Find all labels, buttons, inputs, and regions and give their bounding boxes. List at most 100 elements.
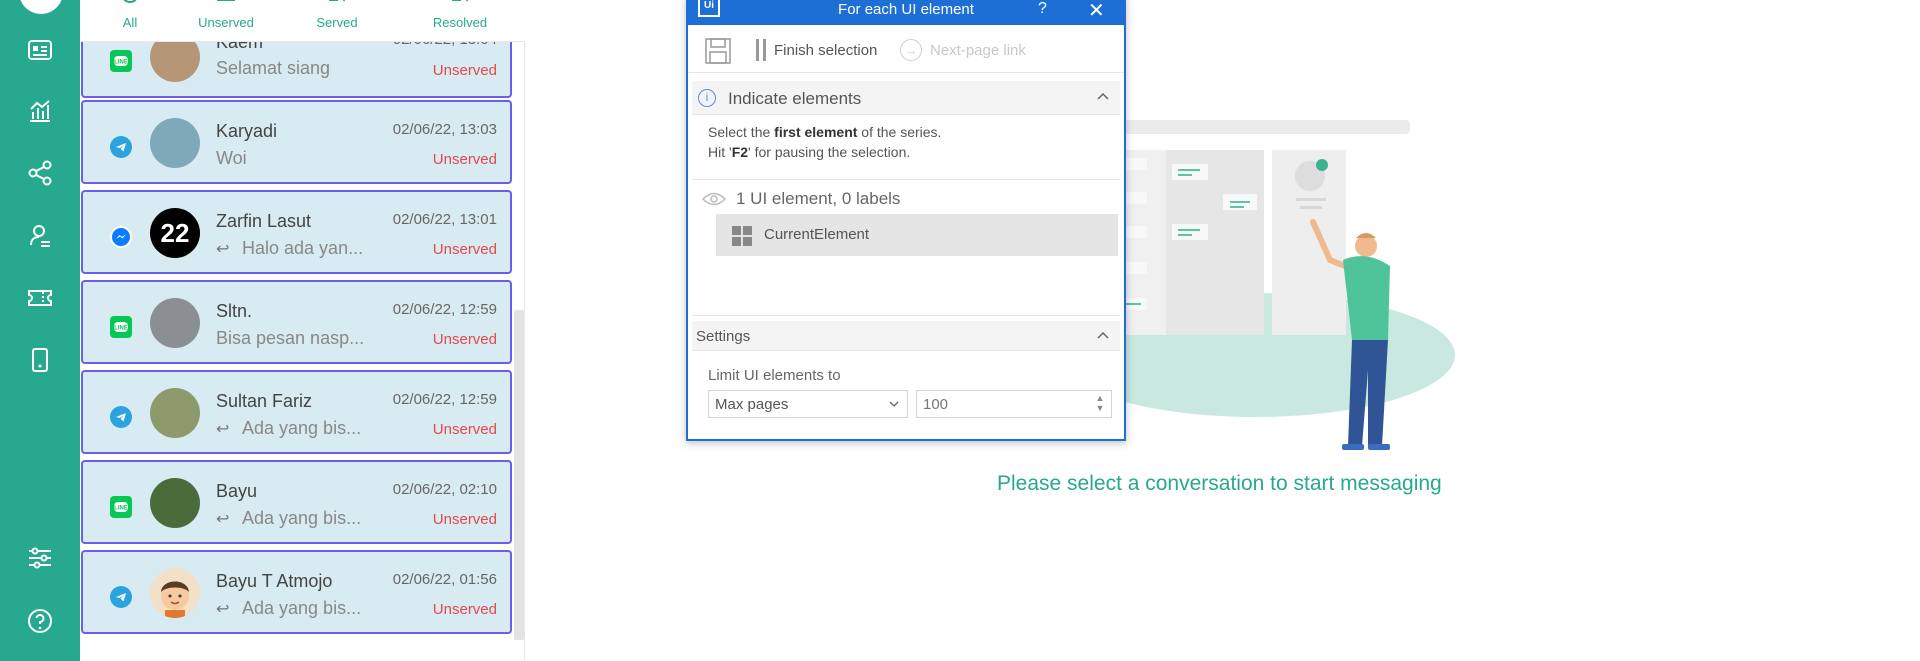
- list-item[interactable]: LINE Sltn. 02/06/22, 12:59 Bisa pesan na…: [81, 280, 512, 364]
- next-page-link-label: Next-page link: [930, 41, 1026, 59]
- message-time: 02/06/22, 13:03: [392, 121, 497, 138]
- section-divider: [692, 315, 1120, 316]
- svg-text:LINE: LINE: [114, 60, 128, 66]
- conversation-list-panel: All Unserved Served Resolved LINE Kaem 0…: [80, 0, 525, 661]
- settings-sliders-icon[interactable]: [24, 542, 56, 574]
- contact-name: Zarfin Lasut: [216, 211, 312, 231]
- instruction-line2-bold: F2: [731, 144, 749, 160]
- instruction-line2-pre: Hit ': [708, 144, 732, 160]
- dialog-title: For each UI element: [838, 1, 974, 18]
- tab-served-overlay[interactable]: Served: [287, 0, 387, 42]
- arrow-right-icon: →: [900, 39, 922, 61]
- save-icon[interactable]: [704, 37, 732, 65]
- message-preview: ↩ Halo ada yan...: [216, 238, 363, 259]
- tab-resolved-overlay[interactable]: Resolved: [410, 0, 510, 42]
- avatar: [150, 388, 200, 438]
- contact-card-icon[interactable]: [24, 34, 56, 66]
- finish-selection-label: Finish selection: [774, 41, 878, 59]
- list-item[interactable]: Karyadi 02/06/22, 13:03 Woi Unserved: [81, 100, 512, 184]
- instruction-line1-bold: first element: [774, 124, 858, 140]
- agent-icon[interactable]: [24, 220, 56, 252]
- status-badge: Unserved: [432, 511, 497, 528]
- elements-summary: 1 UI element, 0 labels: [736, 189, 901, 208]
- settings-header[interactable]: Settings: [692, 321, 1120, 351]
- nav-rail: [0, 0, 80, 661]
- ui-element-name: CurrentElement: [764, 226, 870, 243]
- instruction-line1-pre: Select the: [708, 124, 775, 140]
- status-badge: Unserved: [432, 601, 497, 618]
- indicate-instructions: Select the first element of the series. …: [708, 122, 941, 162]
- list-scrollbar[interactable]: [514, 310, 524, 640]
- contact-name: Karyadi: [216, 121, 278, 141]
- close-button[interactable]: ✕: [1088, 0, 1105, 23]
- mobile-device-icon[interactable]: [24, 344, 56, 376]
- resolved-icon: [452, 0, 469, 2]
- tab-served-label: Served: [316, 15, 358, 30]
- limit-mode-select[interactable]: Max pages: [708, 390, 908, 418]
- tab-all-label: All: [122, 15, 138, 30]
- status-badge: Unserved: [432, 151, 497, 168]
- dialog-toolbar: Finish selection → Next-page link: [688, 25, 1124, 73]
- message-preview: Bisa pesan nasp...: [216, 328, 365, 348]
- status-badge: Unserved: [432, 62, 497, 79]
- element-grid-icon: [732, 226, 752, 246]
- telegram-icon: [110, 136, 132, 158]
- filter-tabs-overlay: All Unserved Served Resolved: [80, 0, 525, 42]
- next-page-link-button[interactable]: → Next-page link: [900, 37, 1026, 63]
- avatar: [150, 568, 200, 618]
- tab-unserved-overlay[interactable]: Unserved: [176, 0, 276, 42]
- analytics-icon[interactable]: [24, 95, 56, 127]
- indicate-elements-title: Indicate elements: [728, 89, 862, 108]
- message-preview: Selamat siang: [216, 58, 331, 78]
- line-icon: LINE: [110, 50, 132, 72]
- stepper-arrows-icon[interactable]: ▲ ▼: [1095, 393, 1105, 415]
- reply-icon: ↩: [216, 601, 230, 618]
- reply-icon: ↩: [216, 511, 230, 528]
- help-button[interactable]: ?: [1038, 0, 1047, 18]
- inbox-icon: [217, 0, 235, 1]
- avatar: [150, 298, 200, 348]
- finish-selection-button[interactable]: Finish selection: [756, 37, 877, 63]
- line-icon: LINE: [110, 496, 132, 518]
- message-preview-text: Halo ada yan...: [242, 238, 364, 258]
- chat-icon: [123, 0, 137, 3]
- ticket-icon[interactable]: [24, 282, 56, 314]
- avatar-badge-text: 22: [160, 217, 190, 248]
- ui-element-item[interactable]: CurrentElement: [716, 214, 1118, 256]
- indicate-elements-header[interactable]: i Indicate elements: [692, 81, 1120, 115]
- list-item[interactable]: LINE Bayu 02/06/22, 02:10 ↩ Ada yang bis.…: [81, 460, 512, 544]
- contact-name: Sultan Fariz: [216, 391, 313, 411]
- settings-title: Settings: [696, 328, 751, 345]
- for-each-ui-element-dialog: Ui For each UI element ? ✕ Finish select…: [686, 0, 1126, 441]
- message-time: 02/06/22, 13:01: [392, 211, 497, 228]
- eye-icon[interactable]: [702, 192, 726, 206]
- list-item[interactable]: Bayu T Atmojo 02/06/22, 01:56 ↩ Ada yang …: [81, 550, 512, 634]
- share-icon[interactable]: [24, 157, 56, 189]
- telegram-icon: [110, 586, 132, 608]
- list-item[interactable]: Sultan Fariz 02/06/22, 12:59 ↩ Ada yang b…: [81, 370, 512, 454]
- info-icon: i: [698, 89, 716, 107]
- message-preview: ↩ Ada yang bis...: [216, 598, 361, 619]
- contact-name: Sltn.: [216, 301, 253, 321]
- limit-value: 100: [923, 396, 949, 413]
- messenger-icon: [110, 226, 132, 248]
- message-preview-text: Ada yang bis...: [242, 508, 362, 528]
- chevron-down-icon: [889, 401, 899, 407]
- list-item[interactable]: 22 Zarfin Lasut 02/06/22, 13:01 ↩ Halo ad…: [81, 190, 512, 274]
- tab-all-overlay[interactable]: All: [80, 0, 180, 42]
- contact-name: Bayu: [216, 481, 258, 501]
- message-time: 02/06/22, 01:56: [392, 571, 497, 588]
- instruction-line2-post: ' for pausing the selection.: [748, 144, 911, 160]
- svg-text:LINE: LINE: [114, 506, 128, 512]
- avatar: 22: [150, 208, 200, 258]
- help-icon[interactable]: [24, 605, 56, 637]
- profile-avatar[interactable]: [19, 0, 63, 14]
- limit-label: Limit UI elements to: [708, 367, 841, 384]
- limit-mode-value: Max pages: [715, 396, 789, 413]
- message-preview: Woi: [216, 148, 247, 168]
- instruction-line1-post: of the series.: [857, 124, 942, 140]
- limit-value-input[interactable]: 100 ▲ ▼: [916, 390, 1112, 418]
- telegram-icon: [110, 406, 132, 428]
- message-time: 02/06/22, 12:59: [392, 301, 497, 318]
- reply-icon: ↩: [216, 241, 230, 258]
